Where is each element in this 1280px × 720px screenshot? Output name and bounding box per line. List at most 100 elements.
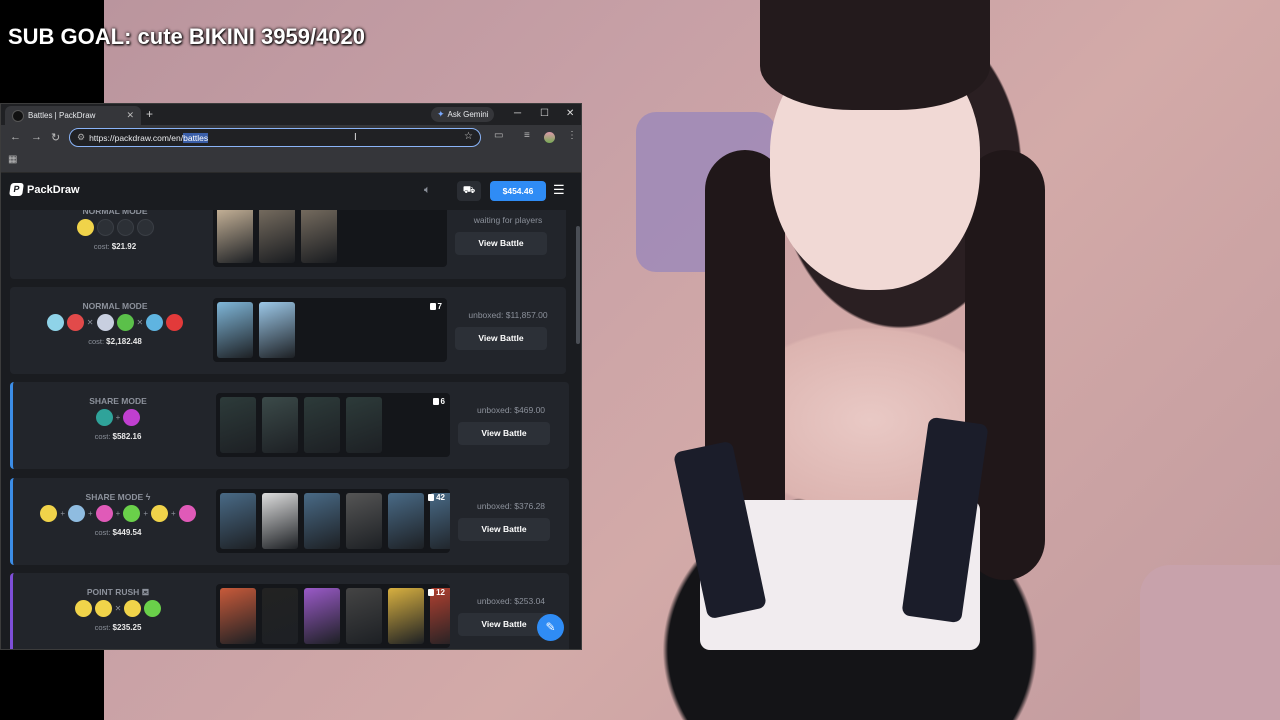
cart-button[interactable]: ⛟: [457, 181, 481, 201]
cost-value: $449.54: [112, 528, 142, 537]
back-arrow-icon[interactable]: ←: [10, 131, 21, 143]
view-battle-button[interactable]: View Battle: [455, 327, 547, 350]
packdraw-logo-icon: P: [9, 183, 24, 196]
player-avatar[interactable]: [67, 505, 85, 522]
player-avatar[interactable]: [151, 505, 168, 522]
player-avatar[interactable]: [40, 505, 58, 522]
player-avatar[interactable]: [124, 600, 142, 617]
pack-count: 7: [429, 302, 442, 311]
battle-row[interactable]: POINT RUSH ⛾ ✕ cost: $235.25 12 unboxed: $25…: [10, 573, 569, 649]
speaker-icon[interactable]: 🔈︎: [424, 184, 431, 197]
apps-grid-icon[interactable]: ▦: [8, 154, 17, 165]
battle-list: NORMAL MODE cost: $21.92 waiting for playe…: [1, 210, 576, 649]
tab-search-icon[interactable]: ≡: [524, 130, 530, 141]
player-avatar[interactable]: [146, 314, 164, 331]
pack-card: [262, 588, 298, 644]
more-menu-icon[interactable]: ⋮: [567, 130, 577, 141]
cost-label: cost:: [94, 623, 111, 632]
battle-row[interactable]: NORMAL MODE ✕ ✕ cost: $2,182.48 7 unboxed: $1…: [10, 287, 566, 374]
player-avatar[interactable]: [144, 600, 162, 617]
view-battle-button[interactable]: View Battle: [458, 518, 550, 541]
pack-card: [220, 588, 256, 644]
battle-packs[interactable]: 6: [216, 393, 450, 457]
player-avatar[interactable]: [74, 600, 92, 617]
packdraw-logo[interactable]: P PackDraw: [9, 183, 80, 196]
site-settings-icon[interactable]: ⚙: [77, 132, 85, 143]
player-avatar[interactable]: [116, 314, 134, 331]
battle-packs[interactable]: 7: [213, 298, 447, 362]
player-avatars: +: [13, 409, 223, 426]
pack-card: [304, 588, 340, 644]
logo-text: PackDraw: [27, 183, 80, 196]
empty-slot-icon[interactable]: [136, 219, 154, 236]
cost-label: cost:: [93, 242, 110, 251]
ask-gemini-label: Ask Gemini: [447, 110, 489, 119]
battle-row[interactable]: SHARE MODE ϟ + + + + + cost: $449.54 42 unboxed:…: [10, 478, 569, 565]
gemini-sparkle-icon: ✦: [437, 109, 445, 119]
ask-gemini-button[interactable]: ✦ Ask Gemini: [431, 107, 495, 122]
pack-card: [259, 302, 295, 358]
battle-row[interactable]: SHARE MODE + cost: $582.16 6 unboxed: $469.0…: [10, 382, 569, 469]
battle-row[interactable]: NORMAL MODE cost: $21.92 waiting for playe…: [10, 210, 566, 279]
player-avatar[interactable]: [66, 314, 84, 331]
reload-icon[interactable]: ↻: [51, 131, 60, 144]
pack-card: [220, 493, 256, 549]
separator-icon: +: [60, 509, 65, 518]
player-avatar[interactable]: [76, 219, 94, 236]
player-avatar[interactable]: [123, 505, 141, 522]
tab-battles[interactable]: Battles | PackDraw ✕: [5, 106, 141, 125]
chat-support-button[interactable]: ✎: [537, 614, 564, 641]
pack-count-value: 6: [440, 397, 445, 406]
cost-label: cost:: [94, 528, 111, 537]
view-battle-button[interactable]: View Battle: [458, 422, 550, 445]
battle-mode-label: SHARE MODE: [13, 396, 223, 406]
empty-slot-icon[interactable]: [116, 219, 134, 236]
plus-icon[interactable]: +: [146, 107, 153, 121]
bookmarks-bar: ▦: [1, 150, 581, 173]
player-avatar[interactable]: [96, 314, 114, 331]
separator-icon: +: [143, 509, 148, 518]
battle-packs[interactable]: 12: [216, 584, 450, 648]
battle-cost: cost: $235.25: [13, 623, 223, 632]
player-avatar[interactable]: [178, 505, 196, 522]
minimize-icon[interactable]: ─: [514, 108, 521, 119]
forward-arrow-icon[interactable]: →: [31, 131, 42, 143]
battle-packs[interactable]: [213, 210, 447, 267]
bookmark-star-icon[interactable]: ☆: [464, 131, 473, 142]
pack-count: 6: [432, 397, 445, 406]
pack-card: [301, 210, 337, 263]
player-avatar[interactable]: [46, 314, 64, 331]
pack-card: [220, 397, 256, 453]
player-avatar[interactable]: [123, 409, 141, 426]
battle-packs[interactable]: 42: [216, 489, 450, 553]
player-avatar[interactable]: [95, 409, 113, 426]
chair-arm: [1140, 565, 1280, 720]
pack-count: 42: [428, 493, 445, 502]
hamburger-menu-icon[interactable]: ☰: [553, 182, 565, 198]
tab-title: Battles | PackDraw: [28, 111, 96, 120]
battle-status: waiting for players: [473, 215, 543, 225]
profile-avatar[interactable]: [544, 132, 555, 143]
battle-status: unboxed: $11,857.00: [468, 310, 548, 320]
point-rush-icon: ⛾: [139, 587, 150, 597]
streamer-bangs: [760, 0, 990, 110]
tab-strip: Battles | PackDraw ✕ + ✦ Ask Gemini ─ ☐ …: [1, 104, 581, 125]
pack-count-value: 12: [436, 588, 445, 597]
maximize-icon[interactable]: ☐: [540, 108, 549, 119]
battle-mode-label: NORMAL MODE: [10, 210, 220, 216]
pack-card: [262, 493, 298, 549]
player-avatar[interactable]: [95, 505, 113, 522]
address-bar[interactable]: ⚙ https://packdraw.com/en/battles I ☆: [69, 128, 481, 147]
scrollbar-thumb[interactable]: [576, 226, 580, 344]
empty-slot-icon[interactable]: [96, 219, 114, 236]
battle-cost: cost: $582.16: [13, 432, 223, 441]
player-avatar[interactable]: [94, 600, 112, 617]
view-battle-button[interactable]: View Battle: [455, 232, 547, 255]
close-tab-icon[interactable]: ✕: [126, 110, 134, 121]
balance-button[interactable]: $454.46: [490, 181, 546, 201]
cast-icon[interactable]: ▭: [494, 130, 503, 141]
battle-mode-text: SHARE MODE: [89, 396, 147, 406]
player-avatar[interactable]: [166, 314, 184, 331]
player-avatars: + + + + +: [13, 505, 223, 522]
close-window-icon[interactable]: ✕: [566, 108, 574, 119]
